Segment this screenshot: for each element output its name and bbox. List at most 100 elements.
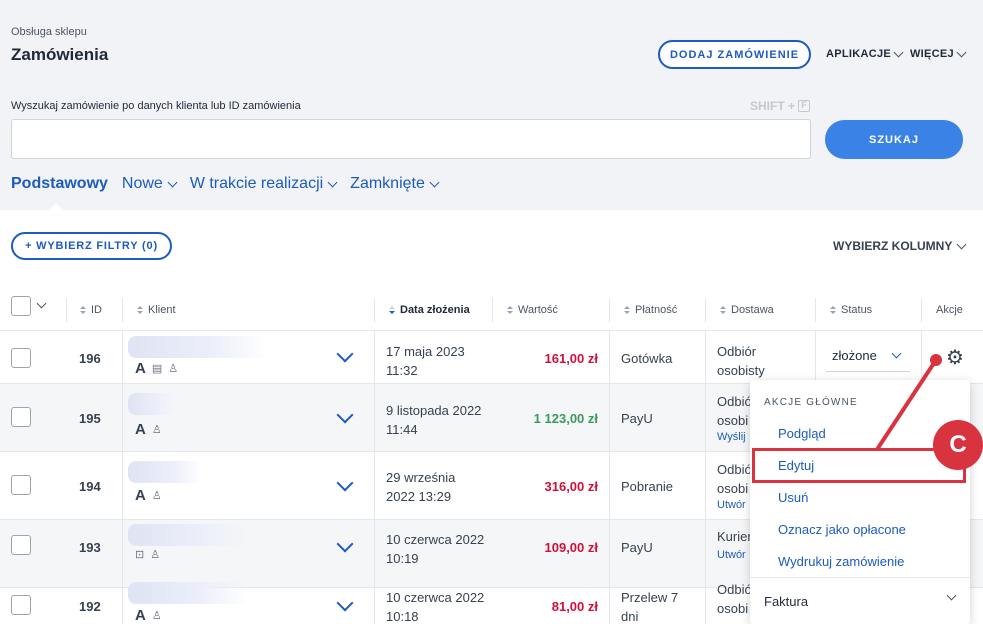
order-delivery: Odbió osobi [717, 460, 752, 498]
row-checkbox[interactable] [11, 475, 31, 495]
search-label: Wyszukaj zamówienie po danych klienta lu… [11, 100, 301, 112]
search-shortcut-hint: SHIFT + F [750, 99, 811, 113]
order-tabs: Podstawowy Nowe W trakcie realizacji Zam… [11, 175, 440, 193]
column-divider [122, 331, 123, 624]
menu-item-mark-paid[interactable]: Oznacz jako opłacone [778, 522, 906, 537]
column-divider [705, 331, 706, 624]
column-header-delivery[interactable]: Dostawa [720, 304, 774, 316]
order-payment: Gotówka [621, 351, 673, 366]
order-date: 10 czerwca 2022 10:18 [386, 588, 484, 624]
client-icons: A ♙ [135, 487, 162, 504]
column-header-value[interactable]: Wartość [507, 304, 558, 316]
row-checkbox[interactable] [11, 407, 31, 427]
order-time-line: 11:44 [386, 422, 418, 437]
column-label: Status [841, 304, 873, 316]
order-time-line: 10:18 [386, 609, 419, 624]
choose-filters-button[interactable]: + WYBIERZ FILTRY (0) [11, 232, 172, 260]
guest-user-icon: ♙ [150, 549, 161, 561]
chevron-down-icon[interactable] [336, 594, 354, 612]
letter-a-icon: A [135, 607, 146, 624]
order-time-line: 10:19 [386, 551, 419, 566]
order-value: 109,00 zł [544, 540, 599, 555]
column-header-payment[interactable]: Płatność [624, 304, 677, 316]
delivery-action-link[interactable]: Utwór [717, 499, 746, 511]
order-date-line: 9 listopada 2022 [386, 403, 482, 418]
delivery-line: osobi [717, 413, 749, 428]
column-divider [815, 331, 816, 384]
breadcrumb[interactable]: Obsługa sklepu [11, 26, 87, 38]
add-order-button[interactable]: DODAJ ZAMÓWIENIE [658, 40, 811, 69]
order-time-line: 2022 13:29 [386, 489, 452, 504]
chevron-down-icon[interactable] [336, 345, 354, 363]
column-label: Płatność [635, 304, 678, 316]
menu-item-delete[interactable]: Usuń [778, 490, 808, 505]
row-checkbox[interactable] [11, 535, 31, 555]
column-divider [492, 298, 493, 322]
column-header-status[interactable]: Status [830, 304, 872, 316]
order-delivery: Odbió osobi [717, 392, 752, 430]
order-id[interactable]: 196 [79, 351, 101, 366]
tab-label: Nowe [121, 175, 163, 192]
menu-item-print-order[interactable]: Wydrukuj zamówienie [778, 554, 904, 569]
apps-menu[interactable]: APLIKACJE [826, 47, 904, 60]
search-input[interactable] [11, 119, 811, 159]
delivery-action-link[interactable]: Wyślij [717, 431, 746, 443]
client-name-redacted[interactable] [128, 461, 203, 483]
more-menu[interactable]: WIĘCEJ [910, 47, 967, 60]
order-id[interactable]: 193 [79, 540, 101, 555]
client-name-redacted[interactable] [128, 393, 176, 415]
client-name-redacted[interactable] [128, 582, 248, 604]
tab-in-progress[interactable]: W trakcie realizacji [189, 175, 338, 193]
page-title: Zamówienia [11, 45, 109, 64]
column-header-client[interactable]: Klient [137, 304, 176, 316]
client-icons: A ▤ ♙ [135, 360, 178, 377]
tab-label: W trakcie realizacji [189, 175, 324, 192]
order-time-line: 11:32 [386, 363, 418, 378]
chevron-down-icon[interactable] [336, 406, 354, 424]
select-all-checkbox[interactable] [11, 296, 31, 316]
letter-a-icon: A [135, 421, 146, 438]
shortcut-key: F [798, 100, 811, 112]
tab-new[interactable]: Nowe [121, 175, 178, 193]
column-header-id[interactable]: ID [80, 304, 102, 316]
active-tab-indicator [48, 203, 64, 211]
menu-item-invoice[interactable]: Faktura [764, 594, 808, 609]
client-icons: ⊡ ♙ [135, 548, 160, 561]
chevron-down-icon[interactable] [946, 590, 957, 601]
sort-icon [80, 305, 86, 315]
row-checkbox[interactable] [11, 348, 31, 368]
more-menu-label: WIĘCEJ [910, 48, 954, 60]
row-checkbox[interactable] [11, 595, 31, 615]
tab-closed[interactable]: Zamknięte [350, 175, 440, 193]
column-label: Dostawa [731, 304, 774, 316]
chevron-down-icon[interactable] [36, 298, 47, 309]
client-name-redacted[interactable] [128, 524, 248, 546]
order-date: 29 września 2022 13:29 [386, 468, 455, 506]
order-date-line: 10 czerwca 2022 [386, 532, 485, 547]
order-delivery: Kurier [717, 529, 752, 544]
search-button[interactable]: SZUKAJ [825, 120, 963, 159]
order-id[interactable]: 195 [79, 411, 101, 426]
letter-a-icon: A [135, 487, 146, 504]
column-divider [921, 331, 922, 384]
order-id[interactable]: 192 [79, 599, 101, 614]
column-divider [374, 331, 375, 624]
choose-columns-button[interactable]: WYBIERZ KOLUMNY [833, 239, 967, 253]
column-header-date[interactable]: Data złożenia [389, 304, 470, 316]
client-icons: A ♙ [135, 607, 162, 624]
column-divider [705, 298, 706, 322]
chevron-down-icon[interactable] [336, 535, 354, 553]
menu-item-preview[interactable]: Podgląd [778, 426, 826, 441]
chevron-down-icon[interactable] [336, 474, 354, 492]
column-divider [66, 298, 67, 322]
callout-badge: C [933, 420, 983, 470]
gear-icon[interactable]: ⚙ [946, 348, 964, 368]
status-select[interactable]: złożone [826, 340, 910, 372]
delivery-action-link[interactable]: Utwór [717, 549, 746, 561]
tab-basic[interactable]: Podstawowy [11, 175, 108, 193]
order-id[interactable]: 194 [79, 479, 101, 494]
delivery-line: Odbió [717, 462, 752, 477]
column-label: ID [91, 304, 102, 316]
column-divider [609, 298, 610, 322]
client-name-redacted[interactable] [128, 336, 268, 358]
